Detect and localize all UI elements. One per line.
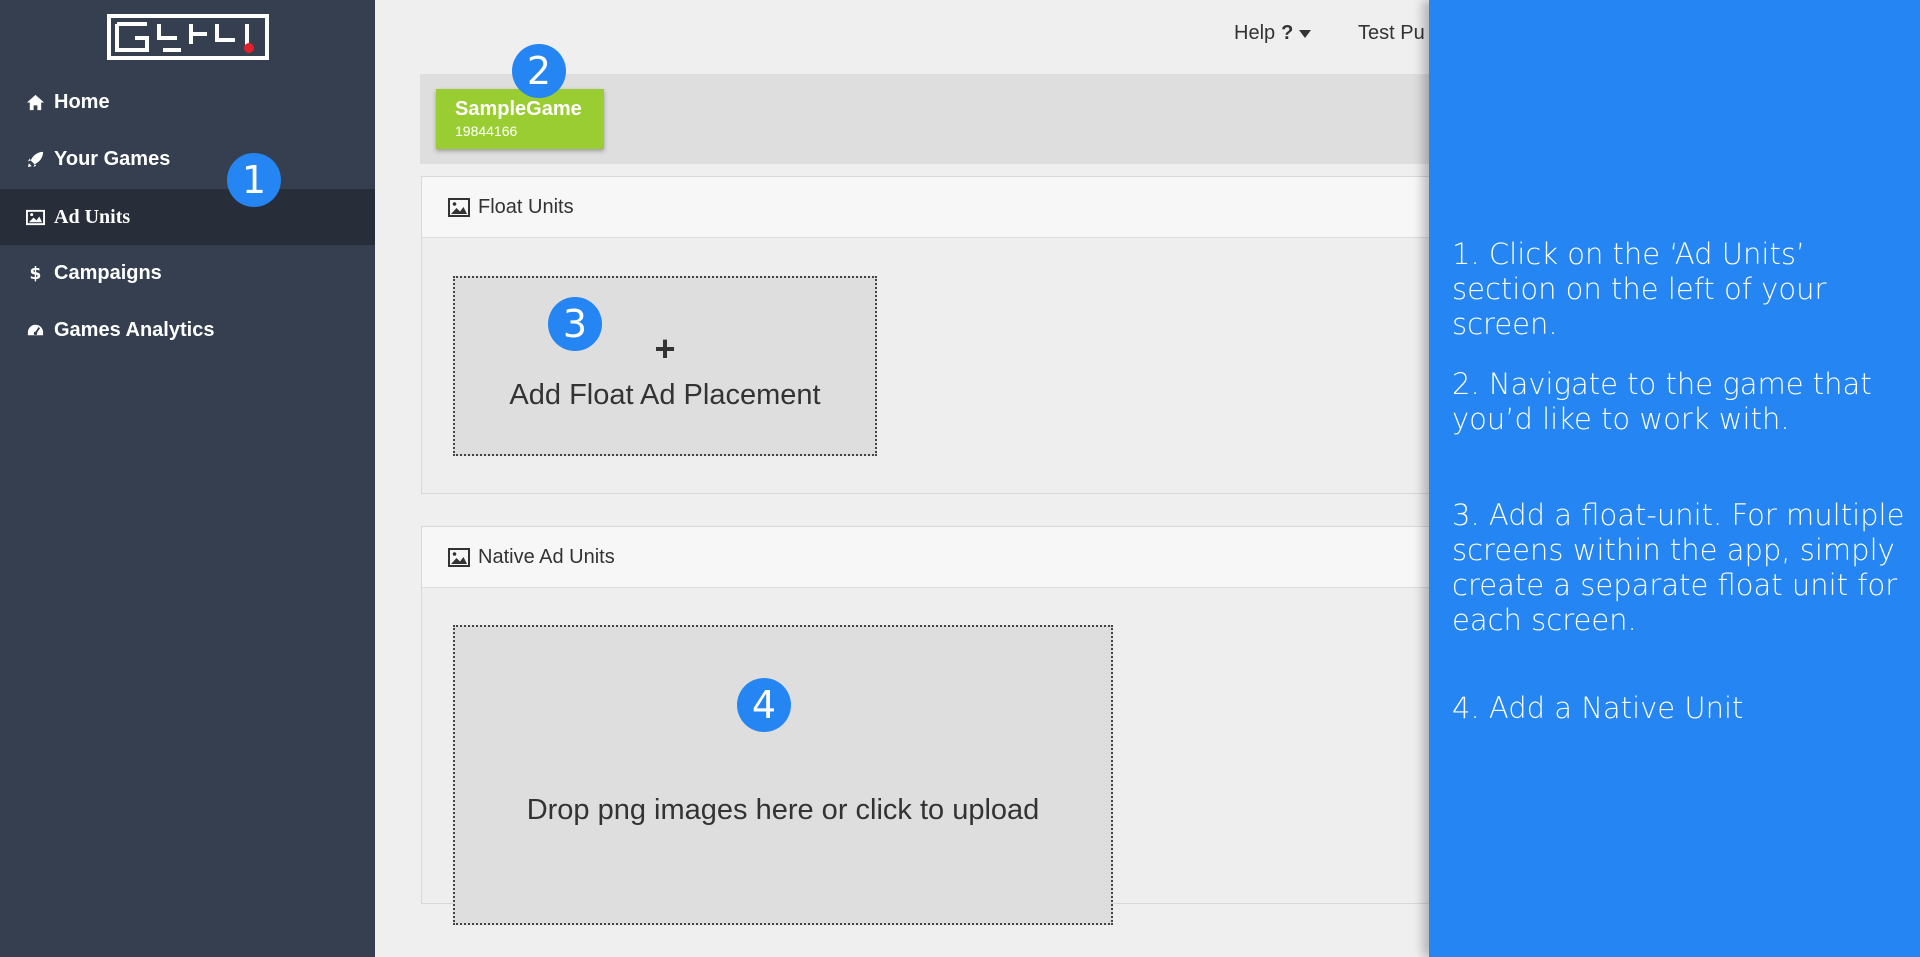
sidebar-item-label: Campaigns [54,261,162,284]
image-icon [25,207,45,227]
add-float-ad-label: Add Float Ad Placement [509,378,821,411]
svg-text:$: $ [29,264,41,283]
help-question-icon: ? [1281,22,1294,44]
rocket-icon [25,149,45,169]
dashboard-icon [25,320,45,340]
home-icon [25,92,45,112]
help-menu[interactable]: Help ? [1234,22,1312,45]
game-id: 19844166 [455,123,518,139]
user-menu[interactable]: Test Pu [1358,22,1425,45]
step-badge-2: 2 [512,44,566,98]
sidebar-item-your-games[interactable]: Your Games [0,131,375,187]
instruction-step-1: 1. Click on the ‘Ad Units’ section on th… [1452,237,1827,341]
sidebar-item-label: Your Games [54,147,171,170]
add-float-ad-placement-button[interactable]: + Add Float Ad Placement [453,276,877,456]
image-icon [448,197,478,217]
game-tile-samplegame[interactable]: SampleGame 19844166 [436,89,604,149]
native-image-dropzone[interactable]: Drop png images here or click to upload [453,625,1113,925]
instructions-overlay: 1. Click on the ‘Ad Units’ section on th… [1429,0,1920,957]
float-units-header: Float Units [422,177,1430,238]
sidebar: Home Your Games Ad Units $ Campaigns Gam… [0,0,375,957]
sidebar-item-label: Games Analytics [54,318,215,341]
step-badge-1: 1 [227,153,281,207]
native-ad-units-header: Native Ad Units [422,527,1430,588]
sidebar-item-label: Ad Units [54,205,131,228]
caret-down-icon [1299,29,1312,38]
step-badge-3: 3 [548,297,602,351]
instruction-step-3: 3. Add a float-unit. For multiple screen… [1452,498,1905,637]
greedygame-logo[interactable] [107,14,269,60]
image-icon [448,547,478,567]
sidebar-item-home[interactable]: Home [0,74,375,130]
sidebar-item-ad-units[interactable]: Ad Units [0,189,375,245]
sidebar-item-campaigns[interactable]: $ Campaigns [0,245,375,301]
step-badge-4: 4 [737,678,791,732]
sidebar-item-label: Home [54,90,110,113]
float-units-title: Float Units [478,195,574,218]
instruction-step-2: 2. Navigate to the game that you’d like … [1452,367,1872,436]
sidebar-item-games-analytics[interactable]: Games Analytics [0,302,375,358]
help-label: Help [1234,22,1276,44]
dollar-icon: $ [25,263,45,283]
instruction-step-4: 4. Add a Native Unit [1452,691,1744,725]
native-ad-units-title: Native Ad Units [478,545,615,568]
game-name: SampleGame [455,98,582,120]
dropzone-label: Drop png images here or click to upload [526,793,1040,826]
plus-icon: + [654,327,676,369]
